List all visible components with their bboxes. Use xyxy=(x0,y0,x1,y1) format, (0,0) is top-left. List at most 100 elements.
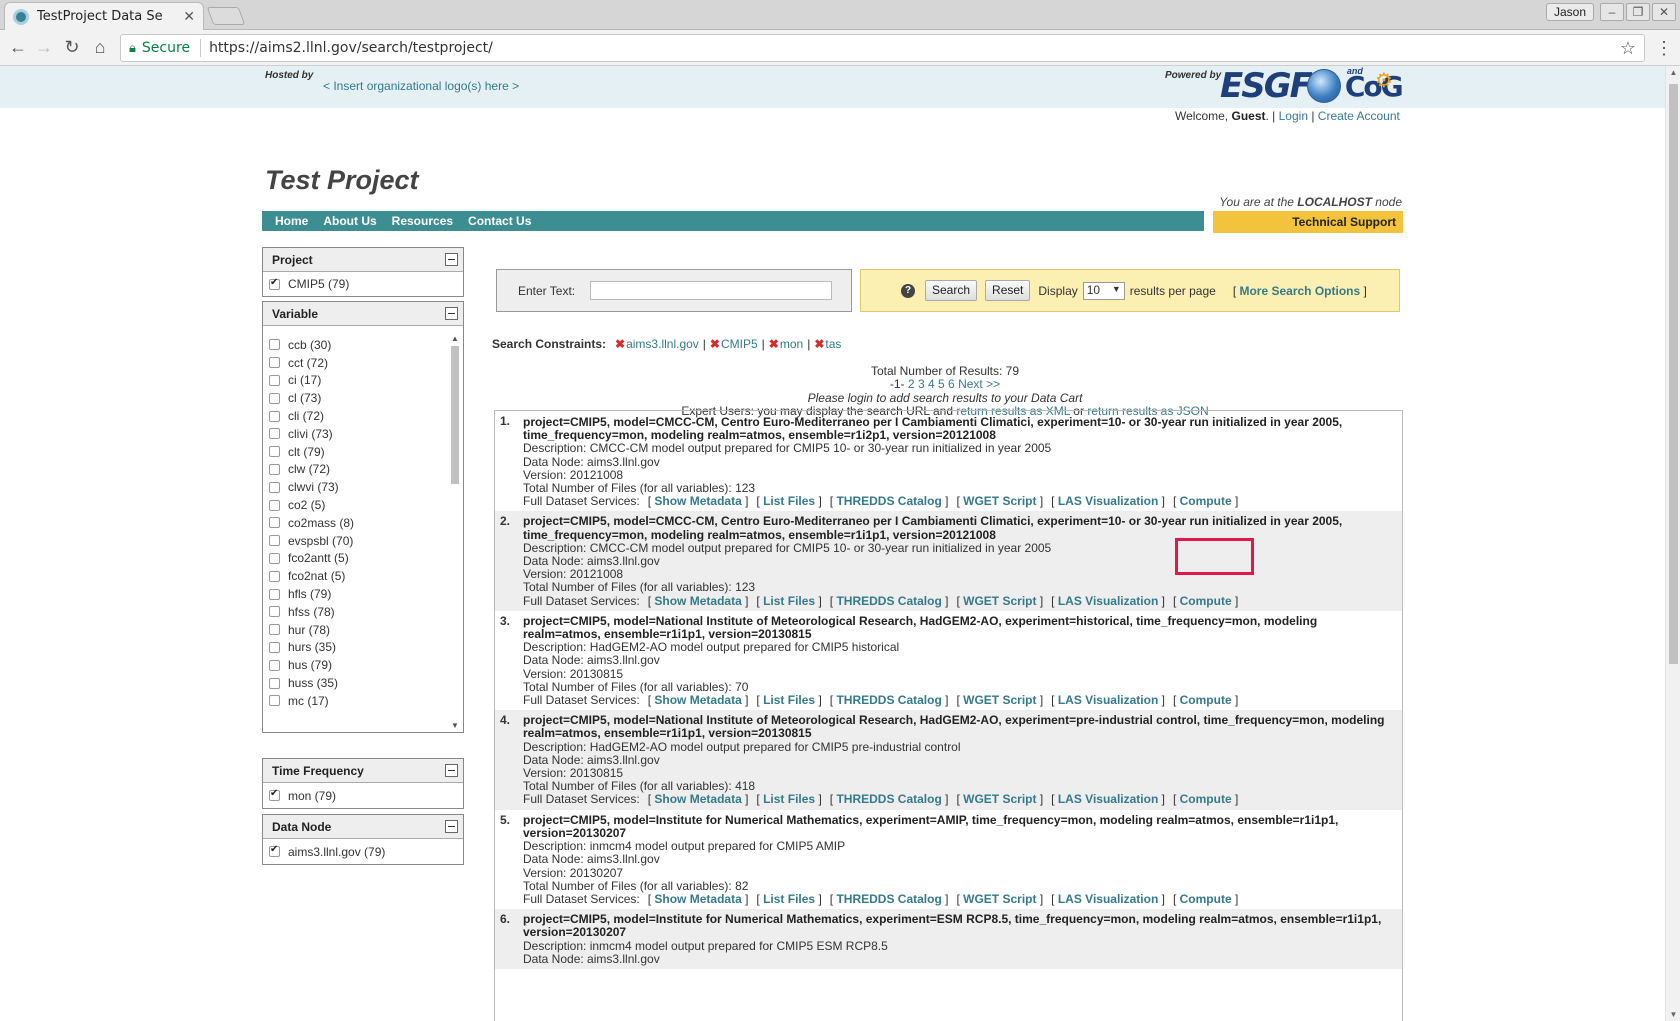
page-scrollbar[interactable]: ▲ ▼ xyxy=(1665,66,1680,1021)
compute-link[interactable]: Compute xyxy=(1180,792,1232,806)
facet-option[interactable]: clivi (73) xyxy=(263,425,463,443)
checkbox[interactable] xyxy=(269,357,280,369)
facet-option[interactable]: co2 (5) xyxy=(263,496,463,514)
variable-list[interactable]: ccb (30) cct (72) ci (17) cl (73) cli (72) cl… xyxy=(263,326,463,732)
facet-option[interactable]: hur (78) xyxy=(263,621,463,639)
forward-arrow-icon[interactable]: → xyxy=(32,36,56,60)
las-visualization-link[interactable]: LAS Visualization xyxy=(1058,693,1158,707)
checkbox[interactable] xyxy=(269,624,280,636)
collapse-icon[interactable] xyxy=(445,307,458,320)
page-link[interactable]: 5 xyxy=(938,377,945,391)
compute-link[interactable]: Compute xyxy=(1180,892,1232,906)
facet-option[interactable]: fco2antt (5) xyxy=(263,550,463,568)
create-account-link[interactable]: Create Account xyxy=(1318,109,1400,123)
wget-script-link[interactable]: WGET Script xyxy=(963,594,1036,608)
thredds-catalog-link[interactable]: THREDDS Catalog xyxy=(836,892,941,906)
facet-option[interactable]: ccb (30) xyxy=(263,336,463,354)
checkbox[interactable] xyxy=(269,339,280,351)
checkbox[interactable] xyxy=(269,844,280,857)
checkbox[interactable] xyxy=(269,788,280,801)
nav-home[interactable]: Home xyxy=(275,214,308,228)
facet-option[interactable]: clw (72) xyxy=(263,461,463,479)
checkbox[interactable] xyxy=(269,535,280,547)
nav-resources[interactable]: Resources xyxy=(392,214,453,228)
page-link[interactable]: 2 xyxy=(908,377,915,391)
las-visualization-link[interactable]: LAS Visualization xyxy=(1058,594,1158,608)
collapse-icon[interactable] xyxy=(445,253,458,266)
variable-scrollbar[interactable]: ▲ ▼ xyxy=(449,334,461,730)
facet-option[interactable]: clwvi (73) xyxy=(263,478,463,496)
checkbox[interactable] xyxy=(269,481,280,493)
list-files-link[interactable]: List Files xyxy=(763,693,815,707)
checkbox[interactable] xyxy=(269,517,280,529)
scroll-down-icon[interactable]: ▼ xyxy=(1666,1010,1680,1019)
thredds-catalog-link[interactable]: THREDDS Catalog xyxy=(836,792,941,806)
show-metadata-link[interactable]: Show Metadata xyxy=(654,792,741,806)
page-link[interactable]: 3 xyxy=(918,377,925,391)
facet-option[interactable]: cl (73) xyxy=(263,389,463,407)
las-visualization-link[interactable]: LAS Visualization xyxy=(1058,892,1158,906)
restore-window-button[interactable]: ❐ xyxy=(1626,3,1650,21)
facet-option[interactable]: cli (72) xyxy=(263,407,463,425)
checkbox[interactable] xyxy=(269,463,280,475)
checkbox[interactable] xyxy=(269,552,280,564)
checkbox[interactable] xyxy=(269,606,280,618)
show-metadata-link[interactable]: Show Metadata xyxy=(654,494,741,508)
address-bar[interactable]: 🔒︎ Secure https://aims2.llnl.gov/search/… xyxy=(120,34,1645,62)
facet-option[interactable]: huss (35) xyxy=(263,674,463,692)
nav-contact-us[interactable]: Contact Us xyxy=(468,214,531,228)
scroll-down-icon[interactable]: ▼ xyxy=(449,721,461,730)
scroll-thumb[interactable] xyxy=(451,346,459,484)
page-link[interactable]: 6 xyxy=(948,377,955,391)
wget-script-link[interactable]: WGET Script xyxy=(963,792,1036,806)
show-metadata-link[interactable]: Show Metadata xyxy=(654,594,741,608)
page-link[interactable]: 4 xyxy=(928,377,935,391)
facet-option[interactable]: mon (79) xyxy=(263,783,463,808)
las-visualization-link[interactable]: LAS Visualization xyxy=(1058,792,1158,806)
show-metadata-link[interactable]: Show Metadata xyxy=(654,892,741,906)
search-input[interactable] xyxy=(590,281,833,300)
collapse-icon[interactable] xyxy=(445,764,458,777)
compute-link[interactable]: Compute xyxy=(1180,594,1232,608)
facet-option[interactable]: aims3.llnl.gov (79) xyxy=(263,839,463,864)
wget-script-link[interactable]: WGET Script xyxy=(963,693,1036,707)
profile-badge[interactable]: Jason xyxy=(1546,3,1594,21)
more-search-options-link[interactable]: More Search Options xyxy=(1239,284,1360,298)
facet-option[interactable]: hurs (35) xyxy=(263,639,463,657)
checkbox[interactable] xyxy=(269,374,280,386)
facet-option[interactable]: hfss (78) xyxy=(263,603,463,621)
facet-option[interactable]: fco2nat (5) xyxy=(263,567,463,585)
browser-menu-icon[interactable]: ⋮ xyxy=(1655,37,1673,59)
facet-option[interactable]: evspsbl (70) xyxy=(263,532,463,550)
home-icon[interactable]: ⌂ xyxy=(88,36,112,60)
facet-option[interactable]: hus (79) xyxy=(263,656,463,674)
checkbox[interactable] xyxy=(269,588,280,600)
thredds-catalog-link[interactable]: THREDDS Catalog xyxy=(836,693,941,707)
back-arrow-icon[interactable]: ← xyxy=(6,36,30,60)
checkbox[interactable] xyxy=(269,677,280,689)
compute-link[interactable]: Compute xyxy=(1180,494,1232,508)
scroll-up-icon[interactable]: ▲ xyxy=(1666,68,1680,77)
list-files-link[interactable]: List Files xyxy=(763,594,815,608)
facet-option[interactable]: ci (17) xyxy=(263,372,463,390)
facet-option[interactable]: mc (17) xyxy=(263,692,463,710)
checkbox[interactable] xyxy=(269,277,280,290)
checkbox[interactable] xyxy=(269,641,280,653)
nav-about-us[interactable]: About Us xyxy=(323,214,376,228)
list-files-link[interactable]: List Files xyxy=(763,494,815,508)
facet-option[interactable]: CMIP5 (79) xyxy=(263,272,463,296)
list-files-link[interactable]: List Files xyxy=(763,892,815,906)
checkbox[interactable] xyxy=(269,499,280,511)
collapse-icon[interactable] xyxy=(445,820,458,833)
close-window-button[interactable]: ✕ xyxy=(1652,3,1676,21)
help-icon[interactable]: ? xyxy=(901,283,915,298)
esgf-cog-logo[interactable]: ESGF and CoG ⚙ xyxy=(1220,66,1404,106)
checkbox[interactable] xyxy=(269,570,280,582)
more-search-options[interactable]: [ More Search Options ] xyxy=(1233,284,1367,298)
minimize-window-button[interactable]: – xyxy=(1600,3,1624,21)
org-logo-link[interactable]: < Insert organizational logo(s) here > xyxy=(323,79,519,93)
close-tab-icon[interactable]: ✕ xyxy=(183,8,195,25)
wget-script-link[interactable]: WGET Script xyxy=(963,494,1036,508)
bookmark-star-icon[interactable]: ☆ xyxy=(1620,38,1636,59)
scroll-up-icon[interactable]: ▲ xyxy=(449,334,461,343)
